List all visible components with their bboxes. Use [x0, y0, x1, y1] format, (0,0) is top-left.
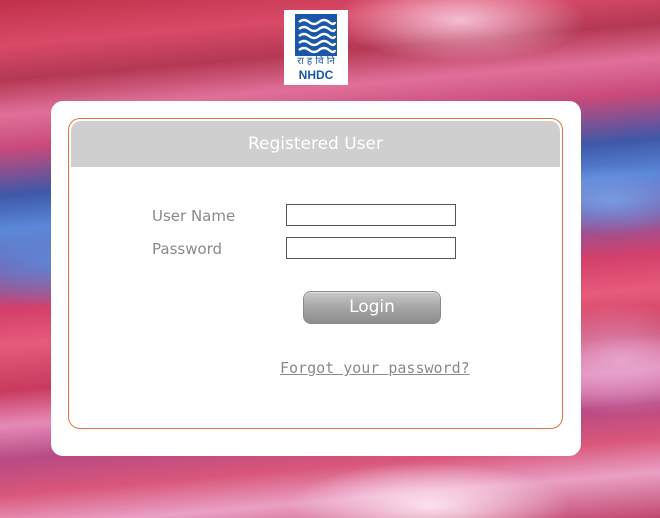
login-button[interactable]: Login	[303, 291, 441, 324]
login-form-panel: Registered User User Name Password Login…	[68, 118, 563, 429]
password-label: Password	[152, 240, 223, 258]
username-input[interactable]	[286, 204, 456, 226]
logo-abbreviation: NHDC	[298, 68, 334, 82]
wave-emblem-icon	[295, 14, 337, 56]
username-label: User Name	[152, 207, 236, 225]
login-card: Registered User User Name Password Login…	[51, 101, 581, 456]
forgot-password-link[interactable]: Forgot your password?	[280, 359, 470, 377]
password-input[interactable]	[286, 237, 456, 259]
logo-hindi-text: रा ह वि नि	[297, 56, 335, 67]
panel-title: Registered User	[71, 121, 560, 167]
nhdc-logo: रा ह वि नि NHDC	[284, 10, 348, 85]
